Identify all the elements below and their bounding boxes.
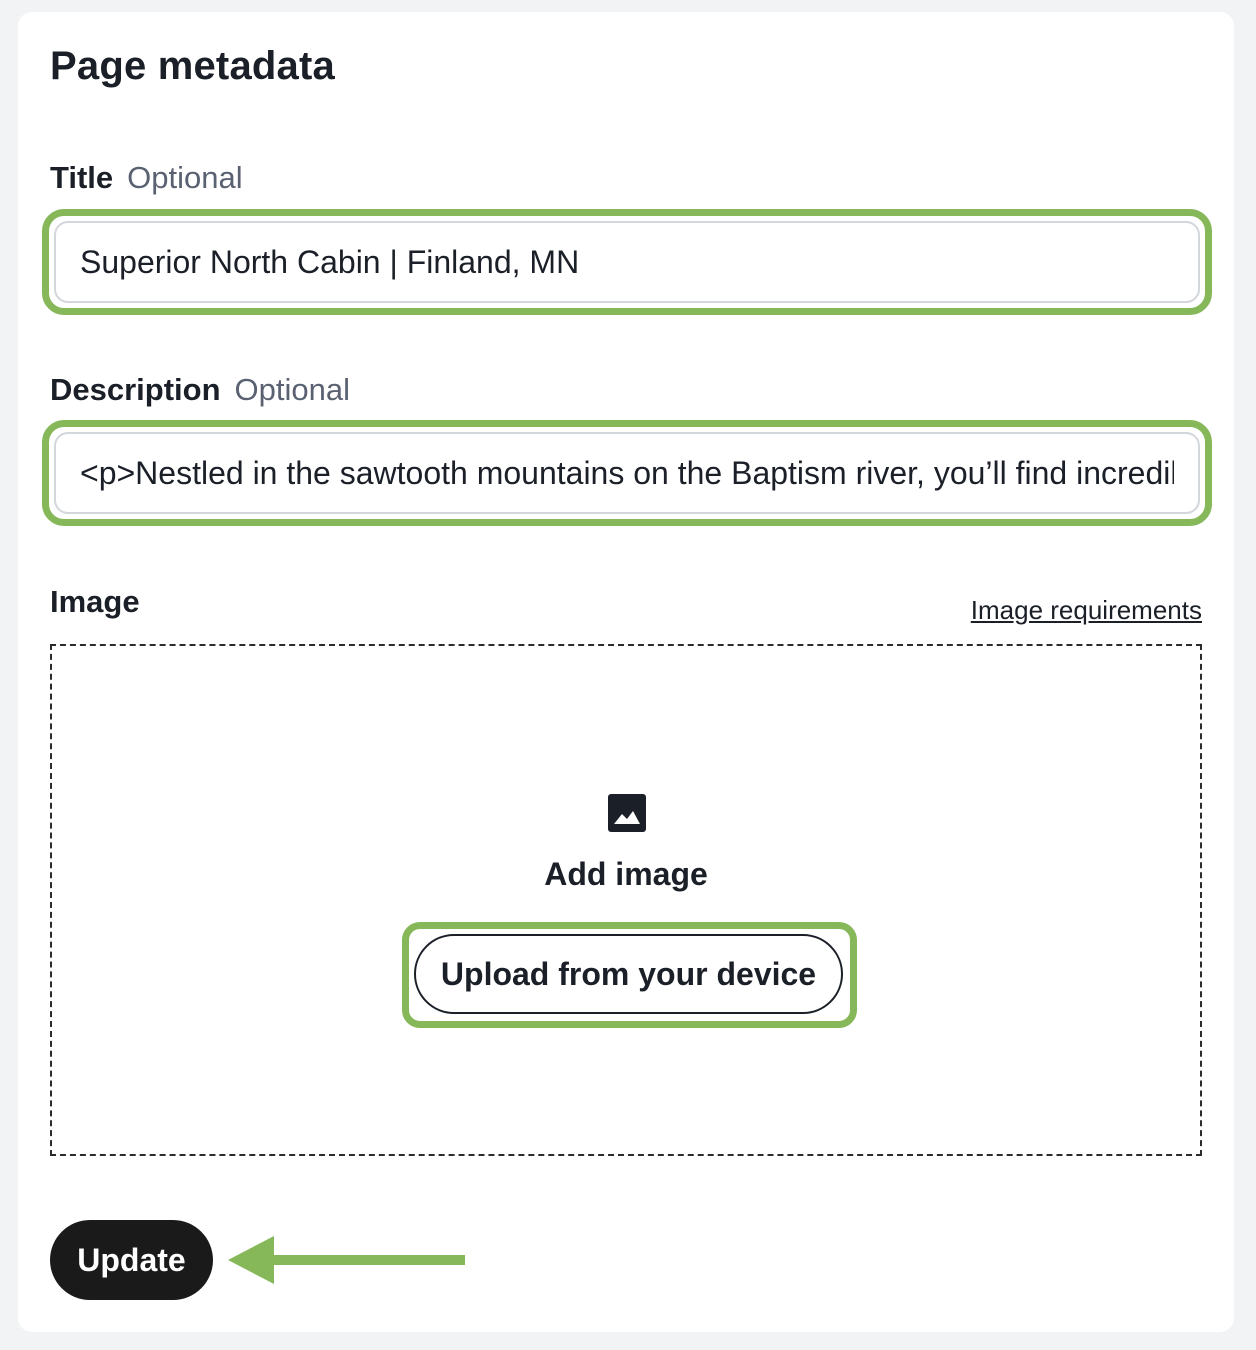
title-optional-tag: Optional xyxy=(127,160,243,195)
description-input[interactable] xyxy=(54,432,1200,514)
description-field-label: Description Optional xyxy=(50,372,350,408)
description-optional-tag: Optional xyxy=(234,372,350,407)
page-metadata-card: Page metadata Title Optional Description O… xyxy=(18,12,1234,1332)
title-field-label: Title Optional xyxy=(50,160,243,196)
title-input[interactable] xyxy=(54,221,1200,303)
annotation-arrow-icon xyxy=(228,1236,465,1284)
image-dropzone[interactable]: Add image Upload from your device xyxy=(50,644,1202,1156)
image-icon xyxy=(608,794,646,832)
image-section-label: Image xyxy=(50,584,140,619)
update-button[interactable]: Update xyxy=(50,1220,213,1300)
description-label-text: Description xyxy=(50,372,221,407)
title-label-text: Title xyxy=(50,160,114,195)
upload-from-device-button[interactable]: Upload from your device xyxy=(414,934,843,1014)
add-image-text: Add image xyxy=(544,856,708,892)
page-title: Page metadata xyxy=(50,44,335,88)
image-requirements-link[interactable]: Image requirements xyxy=(971,595,1202,626)
